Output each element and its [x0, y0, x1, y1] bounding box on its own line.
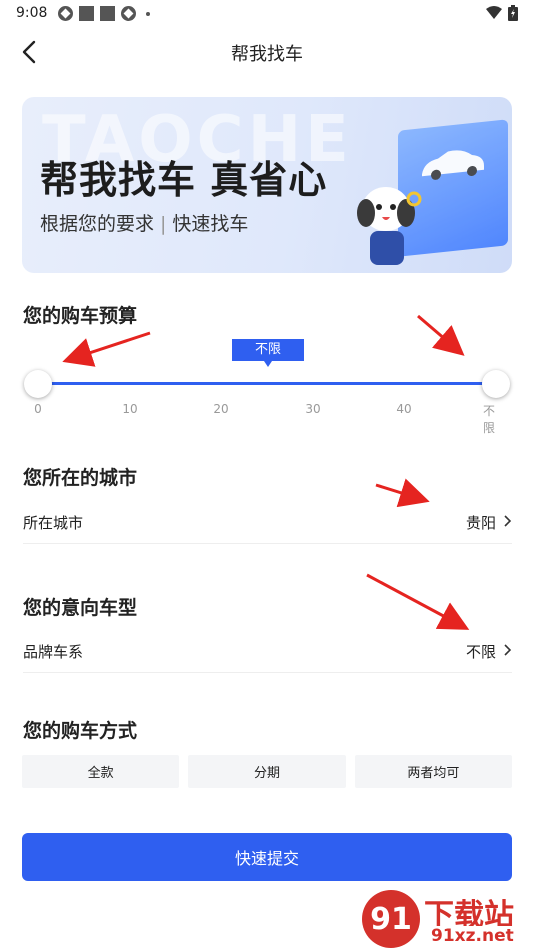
- banner-subtitle-separator: |: [160, 213, 167, 235]
- payment-options: 全款 分期 两者均可: [22, 755, 512, 788]
- banner-subtitle: 根据您的要求 | 快速找车: [40, 209, 248, 236]
- watermark-logo-mark: 91: [362, 890, 420, 948]
- budget-section-title: 您的购车预算: [23, 305, 138, 327]
- slider-tick-label: 0: [34, 402, 42, 416]
- brand-series-row[interactable]: 品牌车系 不限: [23, 629, 512, 673]
- payment-option-full[interactable]: 全款: [22, 755, 180, 788]
- app-notification-icon: [121, 6, 136, 21]
- app-notification-icon: [79, 6, 94, 21]
- page-title: 帮我找车: [231, 44, 303, 65]
- slider-tick-label: 20: [213, 402, 229, 416]
- mascot-illustration: [357, 187, 422, 265]
- slider-tick-label: 10: [122, 402, 138, 416]
- status-bar: 9:08: [0, 0, 534, 28]
- city-section-title: 您所在的城市: [23, 467, 138, 489]
- chevron-right-icon: [504, 515, 512, 527]
- banner-title: 帮我找车 真省心: [40, 158, 328, 202]
- submit-button[interactable]: 快速提交: [22, 833, 512, 881]
- slider-max-handle[interactable]: [482, 370, 510, 398]
- city-row-label: 所在城市: [23, 514, 84, 532]
- payment-option-installment[interactable]: 分期: [188, 755, 346, 788]
- chevron-right-icon: [504, 644, 512, 656]
- watermark-url: 91xz.net: [428, 926, 517, 946]
- slider-track[interactable]: [38, 382, 496, 385]
- slider-min-handle[interactable]: [24, 370, 52, 398]
- slider-tick-label: 30: [305, 402, 321, 416]
- site-watermark: 91 下载站 91xz.net: [362, 890, 534, 950]
- status-time: 9:08: [16, 5, 48, 21]
- promo-banner[interactable]: TAOCHE 帮我找车 真省心 根据您的要求 | 快速找车: [22, 97, 512, 273]
- app-notification-icon: [58, 6, 73, 21]
- city-row[interactable]: 所在城市 贵阳: [23, 500, 512, 544]
- system-icons: [486, 5, 518, 21]
- notification-icons: [58, 6, 150, 21]
- app-notification-icon: [100, 6, 115, 21]
- slider-value-tooltip: 不限: [232, 339, 304, 367]
- nav-bar: 帮我找车: [0, 28, 534, 76]
- battery-icon: [508, 5, 518, 21]
- slider-tick-label: 不限: [483, 404, 496, 435]
- payment-section-title: 您的购车方式: [23, 720, 138, 742]
- banner-subtitle-left: 根据您的要求: [40, 213, 155, 235]
- brand-series-row-label: 品牌车系: [23, 643, 84, 661]
- city-row-value: 贵阳: [465, 514, 496, 532]
- more-notifications-icon: [146, 11, 150, 16]
- car-icon: [422, 150, 484, 180]
- payment-option-either[interactable]: 两者均可: [354, 755, 512, 788]
- car-type-section-title: 您的意向车型: [23, 597, 138, 619]
- banner-subtitle-right: 快速找车: [172, 213, 249, 235]
- brand-series-row-value: 不限: [465, 643, 496, 661]
- wifi-icon: [486, 6, 502, 19]
- budget-slider[interactable]: 不限 0 10 20 30 40 不限: [22, 330, 516, 435]
- slider-tick-label: 40: [396, 402, 412, 416]
